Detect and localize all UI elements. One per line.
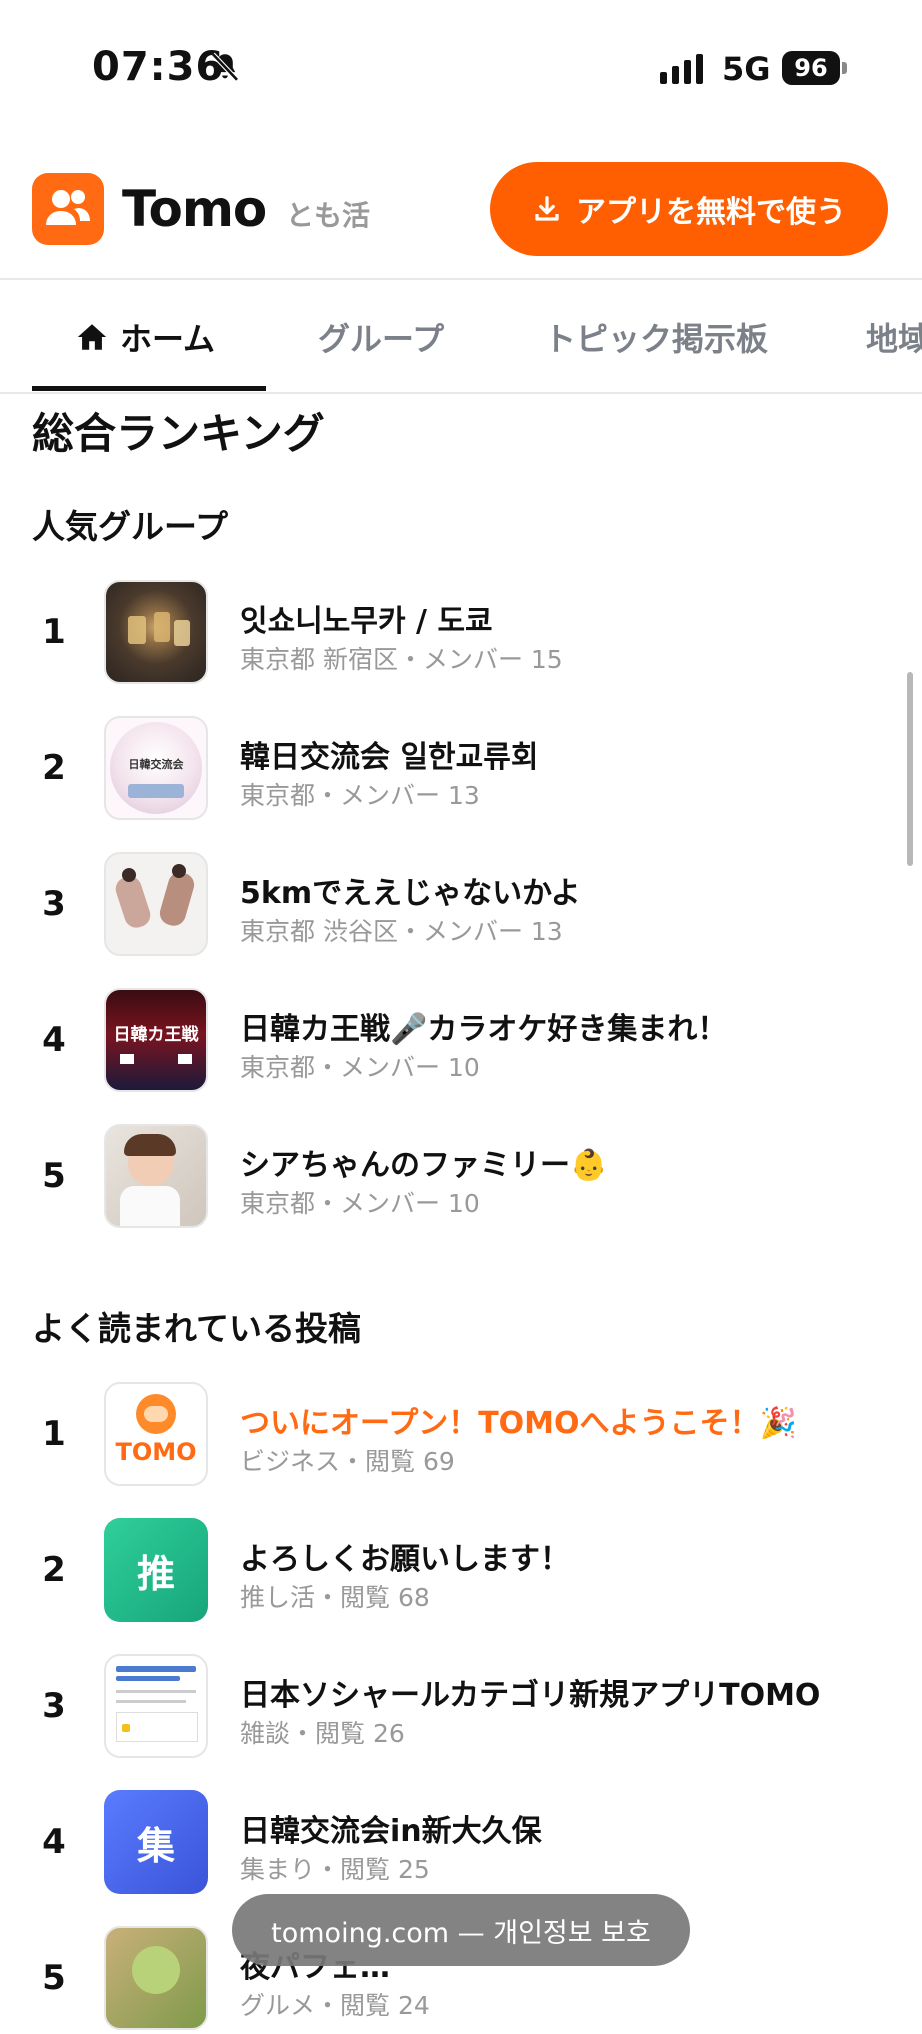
- popular-posts-title: よく読まれている投稿: [32, 1309, 362, 1348]
- users-icon: [46, 190, 90, 225]
- group-name: 韓日交流会 일한교류회: [240, 740, 539, 775]
- download-app-button[interactable]: アプリを無料で使う: [490, 162, 888, 256]
- active-tab-indicator: [32, 386, 266, 391]
- group-row[interactable]: 3 5kmでええじゃないかよ 東京都 渋谷区・メンバー 13: [0, 850, 922, 960]
- group-meta: 東京都・メンバー 10: [240, 1053, 480, 1082]
- group-thumbnail: 日韓交流会: [104, 716, 208, 820]
- battery-cap: [842, 62, 847, 74]
- bell-muted-icon: [211, 52, 239, 82]
- network-label: 5G: [722, 50, 771, 88]
- tab-topic-board[interactable]: トピック掲示板: [544, 314, 768, 360]
- battery-icon: 96: [782, 51, 840, 85]
- group-name: 잇쇼니노무카 / 도쿄: [240, 604, 493, 639]
- post-title: ついにオープン！TOMOへようこそ！🎉: [240, 1406, 797, 1441]
- tab-region[interactable]: 地域: [866, 314, 922, 360]
- popular-groups-title: 人気グループ: [32, 507, 229, 546]
- group-row[interactable]: 5 シアちゃんのファミリー👶 東京都・メンバー 10: [0, 1122, 922, 1232]
- rank-number: 4: [42, 1020, 66, 1060]
- group-name: シアちゃんのファミリー👶: [240, 1148, 608, 1183]
- rank-number: 5: [42, 1958, 66, 1998]
- rank-number: 2: [42, 1550, 66, 1590]
- post-thumbnail: 推: [104, 1518, 208, 1622]
- signal-icon: [660, 52, 703, 84]
- post-meta: 雑談・閲覧 26: [240, 1719, 405, 1748]
- thumb-label: 集: [136, 1823, 175, 1868]
- thumb-label: TOMO: [115, 1438, 197, 1466]
- rank-number: 5: [42, 1156, 66, 1196]
- post-row[interactable]: 1 TOMO ついにオープン！TOMOへようこそ！🎉 ビジネス・閲覧 69: [0, 1380, 922, 1490]
- group-thumbnail: [104, 852, 208, 956]
- tab-home[interactable]: ホーム: [74, 314, 215, 360]
- brand-name[interactable]: Tomo: [122, 180, 267, 238]
- post-meta: グルメ・閲覧 24: [240, 1991, 430, 2020]
- app-logo[interactable]: [32, 173, 104, 245]
- post-thumbnail: 集: [104, 1790, 208, 1894]
- post-thumbnail: TOMO: [104, 1382, 208, 1486]
- rank-number: 2: [42, 748, 66, 788]
- thumb-label: 日韓カ王戦: [113, 1025, 199, 1045]
- rank-number: 3: [42, 884, 66, 924]
- group-thumbnail: [104, 580, 208, 684]
- tab-home-label: ホーム: [120, 320, 216, 358]
- ranking-title: 総合ランキング: [32, 409, 325, 458]
- thumb-label: 日韓交流会: [128, 758, 184, 771]
- post-meta: 集まり・閲覧 25: [240, 1855, 430, 1884]
- post-row[interactable]: 4 集 日韓交流会in新大久保 集まり・閲覧 25: [0, 1788, 922, 1898]
- brand-tagline: とも活: [286, 199, 371, 232]
- post-row[interactable]: 3 日本ソシャールカテゴリ新規アプリTOMO 雑談・閲覧 26: [0, 1652, 922, 1762]
- post-title: 日韓交流会in新大久保: [240, 1814, 542, 1849]
- post-thumbnail: [104, 1926, 208, 2030]
- group-meta: 東京都 新宿区・メンバー 15: [240, 645, 563, 674]
- post-thumbnail: [104, 1654, 208, 1758]
- rank-number: 3: [42, 1686, 66, 1726]
- download-app-label: アプリを無料で使う: [576, 195, 846, 230]
- group-name: 5kmでええじゃないかよ: [240, 876, 581, 911]
- group-row[interactable]: 2 日韓交流会 韓日交流会 일한교류회 東京都・メンバー 13: [0, 714, 922, 824]
- thumb-label: 推: [136, 1551, 175, 1596]
- scrollbar[interactable]: [907, 672, 913, 866]
- group-row[interactable]: 4 日韓カ王戦 日韓カ王戦🎤カラオケ好き集まれ！ 東京都・メンバー 10: [0, 986, 922, 1096]
- rank-number: 4: [42, 1822, 66, 1862]
- url-toast: tomoing.com — 개인정보 보호: [232, 1894, 690, 1966]
- status-bar: 07:36 5G 96: [0, 0, 922, 130]
- rank-number: 1: [42, 612, 66, 652]
- group-meta: 東京都・メンバー 10: [240, 1189, 480, 1218]
- group-meta: 東京都・メンバー 13: [240, 781, 480, 810]
- group-name: 日韓カ王戦🎤カラオケ好き集まれ！: [240, 1012, 728, 1047]
- post-meta: 推し活・閲覧 68: [240, 1583, 430, 1612]
- group-thumbnail: [104, 1124, 208, 1228]
- tab-groups[interactable]: グループ: [318, 314, 444, 360]
- nav-tabs: ホーム グループ トピック掲示板 地域: [0, 280, 922, 394]
- post-title: 日本ソシャールカテゴリ新規アプリTOMO: [240, 1678, 821, 1713]
- app-header: Tomo とも活 アプリを無料で使う: [0, 160, 922, 280]
- post-meta: ビジネス・閲覧 69: [240, 1447, 455, 1476]
- group-row[interactable]: 1 잇쇼니노무카 / 도쿄 東京都 新宿区・メンバー 15: [0, 578, 922, 688]
- post-row[interactable]: 2 推 よろしくお願いします！ 推し活・閲覧 68: [0, 1516, 922, 1626]
- rank-number: 1: [42, 1414, 66, 1454]
- group-meta: 東京都 渋谷区・メンバー 13: [240, 917, 563, 946]
- group-thumbnail: 日韓カ王戦: [104, 988, 208, 1092]
- home-icon: [77, 324, 107, 350]
- download-icon: [535, 196, 559, 221]
- post-title: よろしくお願いします！: [240, 1542, 570, 1577]
- status-time: 07:36: [92, 44, 225, 90]
